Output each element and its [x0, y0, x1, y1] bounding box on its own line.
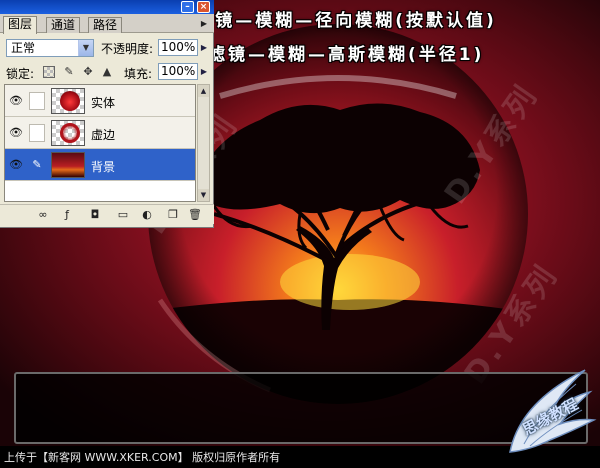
lock-transparency-icon[interactable] [43, 66, 55, 78]
eye-visibility-icon[interactable]: 👁 [7, 156, 25, 174]
new-group-icon[interactable]: ▭ [116, 208, 130, 222]
adjustment-layer-icon[interactable]: ◐ [140, 208, 154, 222]
blend-mode-select[interactable]: 正常 ▼ [6, 39, 94, 57]
opacity-input[interactable]: 100% [158, 39, 198, 56]
lock-label: 锁定: [6, 67, 35, 81]
opacity-label: 不透明度: [101, 42, 154, 56]
fill-slider-arrow-icon[interactable]: ▶ [199, 63, 209, 80]
layer-row-solid[interactable]: 👁 实体 [5, 85, 195, 117]
layer-thumbnail [51, 152, 85, 178]
footer-credit: 上传于【新客网 WWW.XKER.COM】 版权归原作者所有 [4, 451, 281, 464]
trash-icon[interactable]: 🗑 [188, 208, 202, 222]
link-layers-icon[interactable]: ∞ [36, 208, 50, 222]
layers-list: 👁 实体 👁 虚边 👁 ✎ 背景 [4, 84, 196, 202]
eye-visibility-icon[interactable]: 👁 [7, 92, 25, 110]
layer-style-icon[interactable]: ƒ [60, 208, 74, 222]
layer-thumbnail [51, 120, 85, 146]
palette-menu-arrow-icon[interactable]: ▶ [198, 17, 210, 30]
lock-position-move-icon[interactable]: ✥ [82, 66, 94, 78]
layers-scrollbar[interactable]: ▲ ▼ [197, 84, 210, 202]
new-layer-icon[interactable]: ❐ [166, 208, 180, 222]
add-mask-icon[interactable]: ◘ [88, 208, 102, 222]
layer-row-background[interactable]: 👁 ✎ 背景 [5, 149, 195, 181]
tab-paths[interactable]: 路径 [88, 17, 123, 33]
layer-row-soft-edge[interactable]: 👁 虚边 [5, 117, 195, 149]
layer-name: 实体 [91, 96, 116, 110]
tab-channels[interactable]: 通道 [46, 17, 81, 33]
fill-label: 填充: [124, 67, 153, 81]
brush-edit-icon[interactable]: ✎ [29, 156, 45, 174]
tab-layers[interactable]: 图层 [3, 16, 38, 34]
palette-titlebar[interactable]: – × [0, 0, 214, 14]
palette-tabs: 图层 通道 路径 ▶ [0, 14, 214, 34]
layers-palette: – × 图层 通道 路径 ▶ 正常 ▼ 不透明度: 100% ▶ 锁定: ✎ ✥… [0, 0, 214, 228]
layer-link-slot[interactable] [29, 92, 45, 110]
lock-pixels-brush-icon[interactable]: ✎ [63, 66, 75, 78]
scroll-down-arrow-icon[interactable]: ▼ [198, 189, 209, 201]
layer-name: 虚边 [91, 128, 116, 142]
blend-mode-value: 正常 [11, 41, 36, 55]
palette-bottom-toolbar: ∞ ƒ ◘ ▭ ◐ ❐ 🗑 [0, 204, 214, 224]
layer-thumbnail [51, 88, 85, 114]
caption-line-2: 滤镜—模糊—高斯模糊(半径1) [208, 45, 485, 65]
lock-all-padlock-icon[interactable]: ▲ [101, 66, 113, 78]
opacity-slider-arrow-icon[interactable]: ▶ [199, 39, 209, 56]
chevron-down-icon[interactable]: ▼ [78, 40, 93, 56]
eye-visibility-icon[interactable]: 👁 [7, 124, 25, 142]
scroll-up-arrow-icon[interactable]: ▲ [198, 85, 209, 97]
close-button[interactable]: × [197, 1, 210, 13]
fill-input[interactable]: 100% [158, 63, 198, 80]
layer-name: 背景 [91, 160, 116, 174]
layer-link-slot[interactable] [29, 124, 45, 142]
minimize-button[interactable]: – [181, 1, 194, 13]
